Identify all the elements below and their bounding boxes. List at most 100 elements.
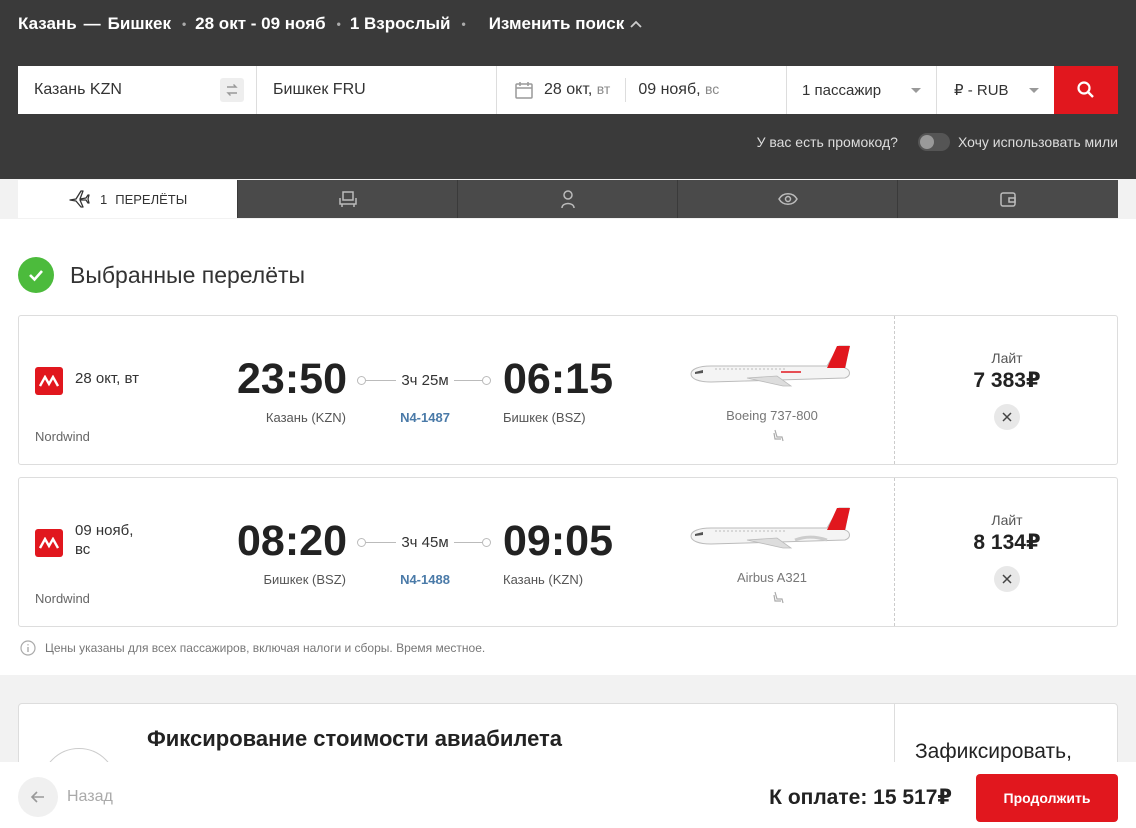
step-seats[interactable] — [238, 180, 458, 218]
date-divider — [625, 78, 627, 102]
flight-date: 28 окт, вт — [75, 370, 139, 387]
route-passengers: 1 Взрослый — [349, 14, 451, 33]
flight-number-link[interactable]: N4-1488 — [389, 572, 461, 587]
seat-icon — [773, 429, 784, 442]
step-review[interactable] — [678, 180, 898, 218]
flight-duration: 3ч 25м — [401, 372, 449, 389]
route-to: Бишкек — [107, 14, 171, 33]
change-search-label: Изменить поиск — [488, 14, 625, 33]
nordwind-logo-icon — [35, 367, 63, 395]
back-label: Назад — [67, 788, 113, 805]
bottom-bar: Назад К оплате: 15 517₽ Продолжить — [0, 762, 1136, 828]
destination-value: Бишкек FRU — [273, 81, 366, 98]
fare-price: 8 134₽ — [973, 531, 1041, 554]
search-header: Казань — Бишкек • 28 окт - 09 нояб • 1 В… — [0, 0, 1136, 179]
depart-date[interactable]: 28 окт, вт — [544, 81, 610, 99]
fare-name: Лайт — [991, 512, 1023, 528]
search-button[interactable] — [1054, 66, 1118, 114]
step-payment[interactable] — [898, 180, 1118, 218]
remove-flight-button[interactable] — [994, 404, 1020, 430]
aircraft-type: Airbus A321 — [736, 570, 808, 585]
remove-flight-button[interactable] — [994, 566, 1020, 592]
step-count: 1 — [100, 191, 108, 207]
currency-select[interactable]: ₽ - RUB — [937, 66, 1054, 114]
wallet-icon — [1000, 192, 1016, 207]
route-summary: Казань — Бишкек • 28 окт - 09 нояб • 1 В… — [18, 12, 643, 36]
nordwind-logo-icon — [35, 529, 63, 557]
fix-price-action[interactable]: Зафиксировать, — [915, 740, 1072, 764]
calendar-icon — [515, 82, 533, 99]
price-note-text: Цены указаны для всех пассажиров, включа… — [45, 641, 486, 655]
miles-toggle[interactable] — [917, 133, 950, 151]
aircraft-type: Boeing 737-800 — [726, 408, 818, 423]
back-button[interactable]: Назад — [18, 777, 113, 817]
departure-city: Бишкек (BSZ) — [263, 572, 346, 587]
total-price: К оплате: 15 517₽ — [769, 786, 952, 809]
step-label: ПЕРЕЛЁТЫ — [115, 191, 188, 207]
aircraft-image — [690, 507, 850, 549]
caret-down-icon — [911, 88, 921, 93]
separator-dot: • — [181, 17, 187, 31]
search-icon — [1077, 81, 1094, 98]
passengers-value: 1 пассажир — [802, 81, 882, 99]
plane-icon — [69, 190, 90, 208]
airline-name: Nordwind — [35, 591, 90, 606]
flight-card: 09 нояб, вс Nordwind 08:20 Бишкек (BSZ) … — [18, 477, 1118, 627]
seat-icon — [338, 191, 357, 207]
miles-label: Хочу использовать мили — [957, 134, 1118, 150]
route-from: Казань — [18, 14, 77, 33]
flight-number-link[interactable]: N4-1487 — [389, 410, 461, 425]
passengers-select[interactable]: 1 пассажир — [787, 66, 937, 114]
caret-down-icon — [1029, 88, 1039, 93]
separator-dot: • — [461, 17, 466, 31]
info-icon — [20, 640, 36, 656]
swap-button[interactable] — [220, 78, 244, 102]
chevron-up-icon — [630, 20, 642, 28]
eye-icon — [777, 193, 798, 205]
aircraft-image — [690, 345, 850, 387]
check-icon — [18, 257, 54, 293]
arrival-time: 06:15 — [503, 355, 613, 403]
arrival-city: Казань (KZN) — [503, 572, 584, 587]
step-passengers[interactable] — [458, 180, 678, 218]
airline-name: Nordwind — [35, 429, 90, 444]
step-flights[interactable]: 1 ПЕРЕЛЁТЫ — [18, 180, 238, 218]
price-box: Лайт 7 383₽ — [894, 316, 1118, 464]
departure-time: 08:20 — [237, 517, 347, 565]
promo-row: У вас есть промокод? Хочу использовать м… — [757, 133, 1118, 151]
fare-price: 7 383₽ — [973, 369, 1041, 392]
fare-name: Лайт — [991, 350, 1023, 366]
flight-duration: 3ч 45м — [401, 534, 449, 551]
promo-code-link[interactable]: У вас есть промокод? — [757, 134, 898, 150]
flight-card: 28 окт, вт Nordwind 23:50 Казань (KZN) 3… — [18, 315, 1118, 465]
departure-city: Казань (KZN) — [265, 410, 346, 425]
price-box: Лайт 8 134₽ — [894, 478, 1118, 626]
section-title: Выбранные перелёты — [18, 257, 305, 293]
close-icon — [1002, 412, 1012, 422]
close-icon — [1002, 574, 1012, 584]
toggle-knob — [919, 135, 934, 149]
route-dates: 28 окт - 09 нояб — [195, 14, 326, 33]
origin-value: Казань KZN — [34, 81, 122, 98]
continue-button[interactable]: Продолжить — [976, 774, 1118, 822]
person-icon — [560, 190, 575, 209]
origin-field[interactable]: Казань KZN — [18, 66, 257, 114]
arrival-time: 09:05 — [503, 517, 613, 565]
section-title-text: Выбранные перелёты — [70, 261, 306, 288]
search-bar: Казань KZN Бишкек FRU 28 окт, вт 09 нояб… — [18, 66, 1118, 114]
selected-flights-section: Выбранные перелёты 28 окт, вт Nordwind 2… — [0, 219, 1136, 675]
change-search-button[interactable]: Изменить поиск — [489, 14, 644, 34]
currency-value: ₽ - RUB — [954, 82, 1009, 99]
return-date[interactable]: 09 нояб, вс — [638, 81, 719, 99]
fix-price-title: Фиксирование стоимости авиабилета — [147, 726, 563, 751]
separator-dot: • — [336, 17, 341, 31]
route-dash: — — [83, 14, 101, 33]
destination-field[interactable]: Бишкек FRU — [257, 66, 497, 114]
arrival-city: Бишкек (BSZ) — [503, 410, 586, 425]
seat-icon — [773, 591, 784, 604]
price-note: Цены указаны для всех пассажиров, включа… — [20, 640, 485, 656]
departure-time: 23:50 — [237, 355, 347, 403]
arrow-left-icon — [18, 777, 58, 817]
swap-icon — [226, 84, 238, 96]
dates-field[interactable]: 28 окт, вт 09 нояб, вс — [497, 66, 787, 114]
